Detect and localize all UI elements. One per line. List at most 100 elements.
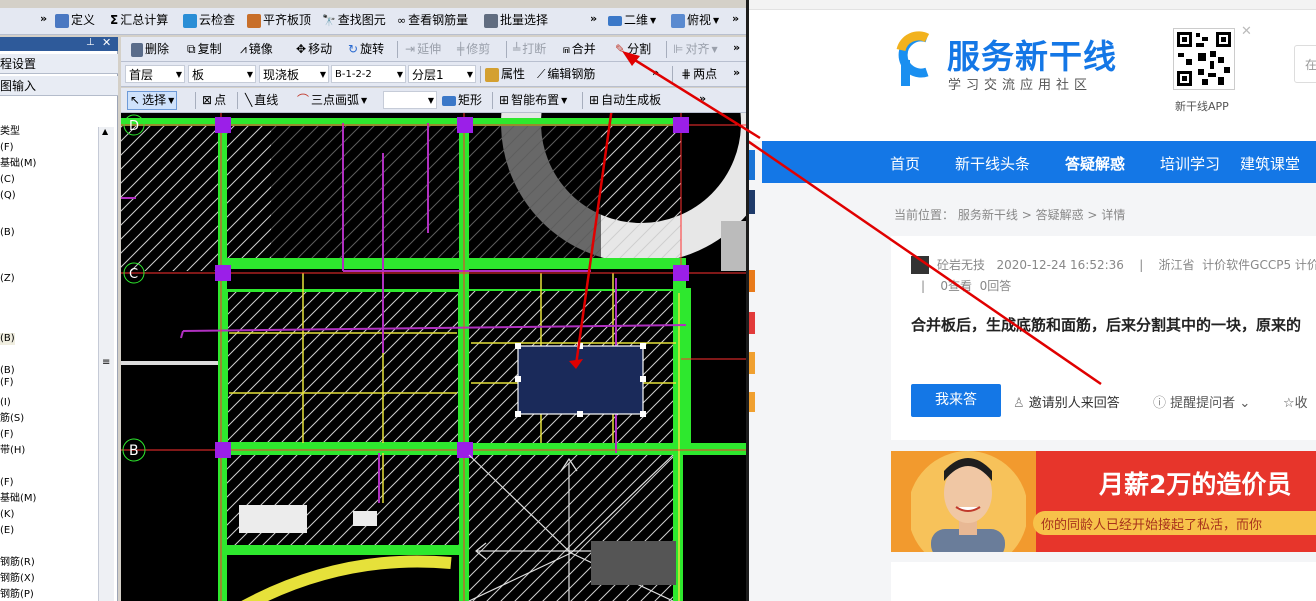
subtype-select[interactable]: 现浇板 ▼ [259,65,329,83]
rotate-button[interactable]: ↻ 旋转 [348,41,384,58]
point-icon: ⊠ [202,93,213,107]
tree-item[interactable]: (Q) [0,190,16,202]
trim-button[interactable]: ╪ 修剪 [457,41,490,58]
tree-item[interactable]: (F) [0,477,14,489]
move-button[interactable]: ✥ 移动 [296,41,332,58]
rect-button[interactable]: 矩形 [442,92,482,109]
toolbar-overflow-icon[interactable]: » [699,92,706,105]
pin-icon[interactable]: ⊥ [86,37,95,48]
select-button[interactable]: ↖ 选择 ▼ [127,91,178,110]
line-button[interactable]: ╲ 直线 [245,92,278,109]
tree-item[interactable]: (B) [0,365,15,377]
tree-item[interactable]: (B) [0,333,15,345]
toolbar-draw: ↖ 选择 ▼ ⊠ 点 ╲ 直线 ⌒ 三点画弧 ▼ ▼ 矩形 ⊞ 智能布置 ▼ ⊞ 自动生成板 » [121,88,746,113]
chevron-down-icon: ▼ [319,70,326,79]
tree-item[interactable]: (I) [0,397,11,409]
toolbar-overflow-icon[interactable]: » [40,12,47,25]
define-button[interactable]: 定义 [55,12,95,29]
move-icon: ✥ [296,42,307,56]
toolbar-overflow-icon[interactable]: » [733,66,740,79]
cloud-check-button[interactable]: 云检查 [183,12,235,29]
drawing-canvas[interactable]: D C B [121,113,746,601]
toolbar-overflow-icon[interactable]: » [732,12,739,25]
break-button[interactable]: ╧ 打断 [513,41,546,58]
scroll-up-icon[interactable]: ▲ [102,127,108,136]
extend-icon: ⇥ [405,42,416,56]
sum-calc-button[interactable]: Σ 汇总计算 [110,12,168,29]
separator [237,92,238,109]
tree-item[interactable]: (F) [0,377,14,389]
edit-rebar-button[interactable]: ⟋ 编辑钢筋 [537,66,595,83]
tree-item[interactable]: 钢筋(X) [0,573,35,585]
layer-select[interactable]: 分层1 ▼ [408,65,476,83]
toolbar-overflow-icon[interactable]: » [652,66,659,79]
separator [666,41,667,58]
separator [397,41,398,58]
align-dropdown[interactable]: ⊫ 对齐 ▼ [673,41,718,58]
tree-item[interactable]: 基础(M) [0,493,36,505]
view-top-dropdown[interactable]: 俯视 ▼ [671,12,719,29]
chevron-down-icon: ▼ [361,96,368,105]
smart-layout-dropdown[interactable]: ⊞ 智能布置 ▼ [499,92,567,109]
tree-item[interactable]: (Z) [0,273,15,285]
delete-button[interactable]: 删除 [131,41,169,58]
tree-item[interactable]: (C) [0,174,15,186]
arc3-dropdown[interactable]: ⌒ 三点画弧 ▼ [297,92,367,109]
beam [683,288,691,448]
tree-item[interactable]: (E) [0,525,14,537]
opening [353,511,377,526]
type-select[interactable]: 板 ▼ [188,65,256,83]
tree-scrollbar[interactable]: ▲ ≡ [98,127,114,601]
flat-top-icon [247,13,261,28]
two-points-icon: ⋕ [681,67,692,81]
floor-select[interactable]: 首层 ▼ [125,65,185,83]
cursor-icon: ↖ [130,93,141,107]
flat-top-button[interactable]: 平齐板顶 [247,12,311,29]
properties-button[interactable]: 属性 [485,66,525,83]
find-element-button[interactable]: 🔭 查找图元 [322,12,386,29]
view-rebar-button[interactable]: ∞ 查看钢筋量 [397,12,468,29]
batch-select-button[interactable]: 批量选择 [484,12,548,29]
extend-button[interactable]: ⇥ 延伸 [405,41,441,58]
point-button[interactable]: ⊠ 点 [202,92,226,109]
chevron-down-icon: ▼ [650,16,657,25]
close-icon[interactable]: ✕ [102,36,111,49]
chevron-down-icon: ▼ [175,70,182,79]
view-2d-dropdown[interactable]: 二维 ▼ [608,12,656,29]
merge-button[interactable]: ⩎ 合并 [563,41,596,58]
chevron-down-icon: ▼ [466,70,473,79]
toolbar-edit: 删除 ⧉ 复制 ⩘ 镜像 ✥ 移动 ↻ 旋转 ⇥ 延伸 ╪ 修剪 ╧ 打断 ⩎ 合并 ✎ 分割 ⊫… [121,37,746,62]
toolbar-overflow-icon[interactable]: » [733,41,740,54]
split-button[interactable]: ✎ 分割 [615,41,651,58]
axis-label-b: B [129,443,139,459]
auto-slab-button[interactable]: ⊞ 自动生成板 [589,92,661,109]
toolbar-overflow-icon[interactable]: » [590,12,597,25]
separator [492,92,493,109]
mirror-button[interactable]: ⩘ 镜像 [240,41,273,58]
left-panel: ⊥ ✕ 程设置 图输入 类型 (F) 基础(M) (C) (Q) (B) (Z) (B) (B)… [0,36,118,601]
project-settings-button[interactable]: 程设置 [0,54,118,74]
two-points-button[interactable]: ⋕ 两点 [681,66,717,83]
tree-item[interactable]: (K) [0,509,14,521]
selection-box[interactable] [517,345,644,415]
tree-item[interactable]: (B) [0,227,15,239]
chevron-down-icon: ▼ [246,70,253,79]
split-icon: ✎ [615,42,626,56]
tree-item[interactable]: 钢筋(P) [0,589,34,601]
tree-item[interactable]: 筋(S) [0,413,24,425]
tree-item[interactable]: (F) [0,142,14,154]
beam [218,118,227,601]
properties-icon [485,67,499,82]
scroll-thumb[interactable]: ≡ [102,357,110,368]
tree-item[interactable]: 带(H) [0,445,25,457]
tree-item[interactable]: 类型 [0,126,20,138]
arc-mode-select[interactable]: ▼ [383,91,437,109]
tree-item[interactable]: 基础(M) [0,158,36,170]
tree-item[interactable]: 钢筋(R) [0,557,35,569]
drawing-input-button[interactable]: 图输入 [0,76,118,96]
component-name-select[interactable]: B-1-2-2 ▼ [331,65,406,83]
chevron-down-icon: ▼ [561,96,568,105]
copy-button[interactable]: ⧉ 复制 [187,41,222,58]
tree-item[interactable]: (F) [0,429,14,441]
curved-beam [241,555,452,601]
